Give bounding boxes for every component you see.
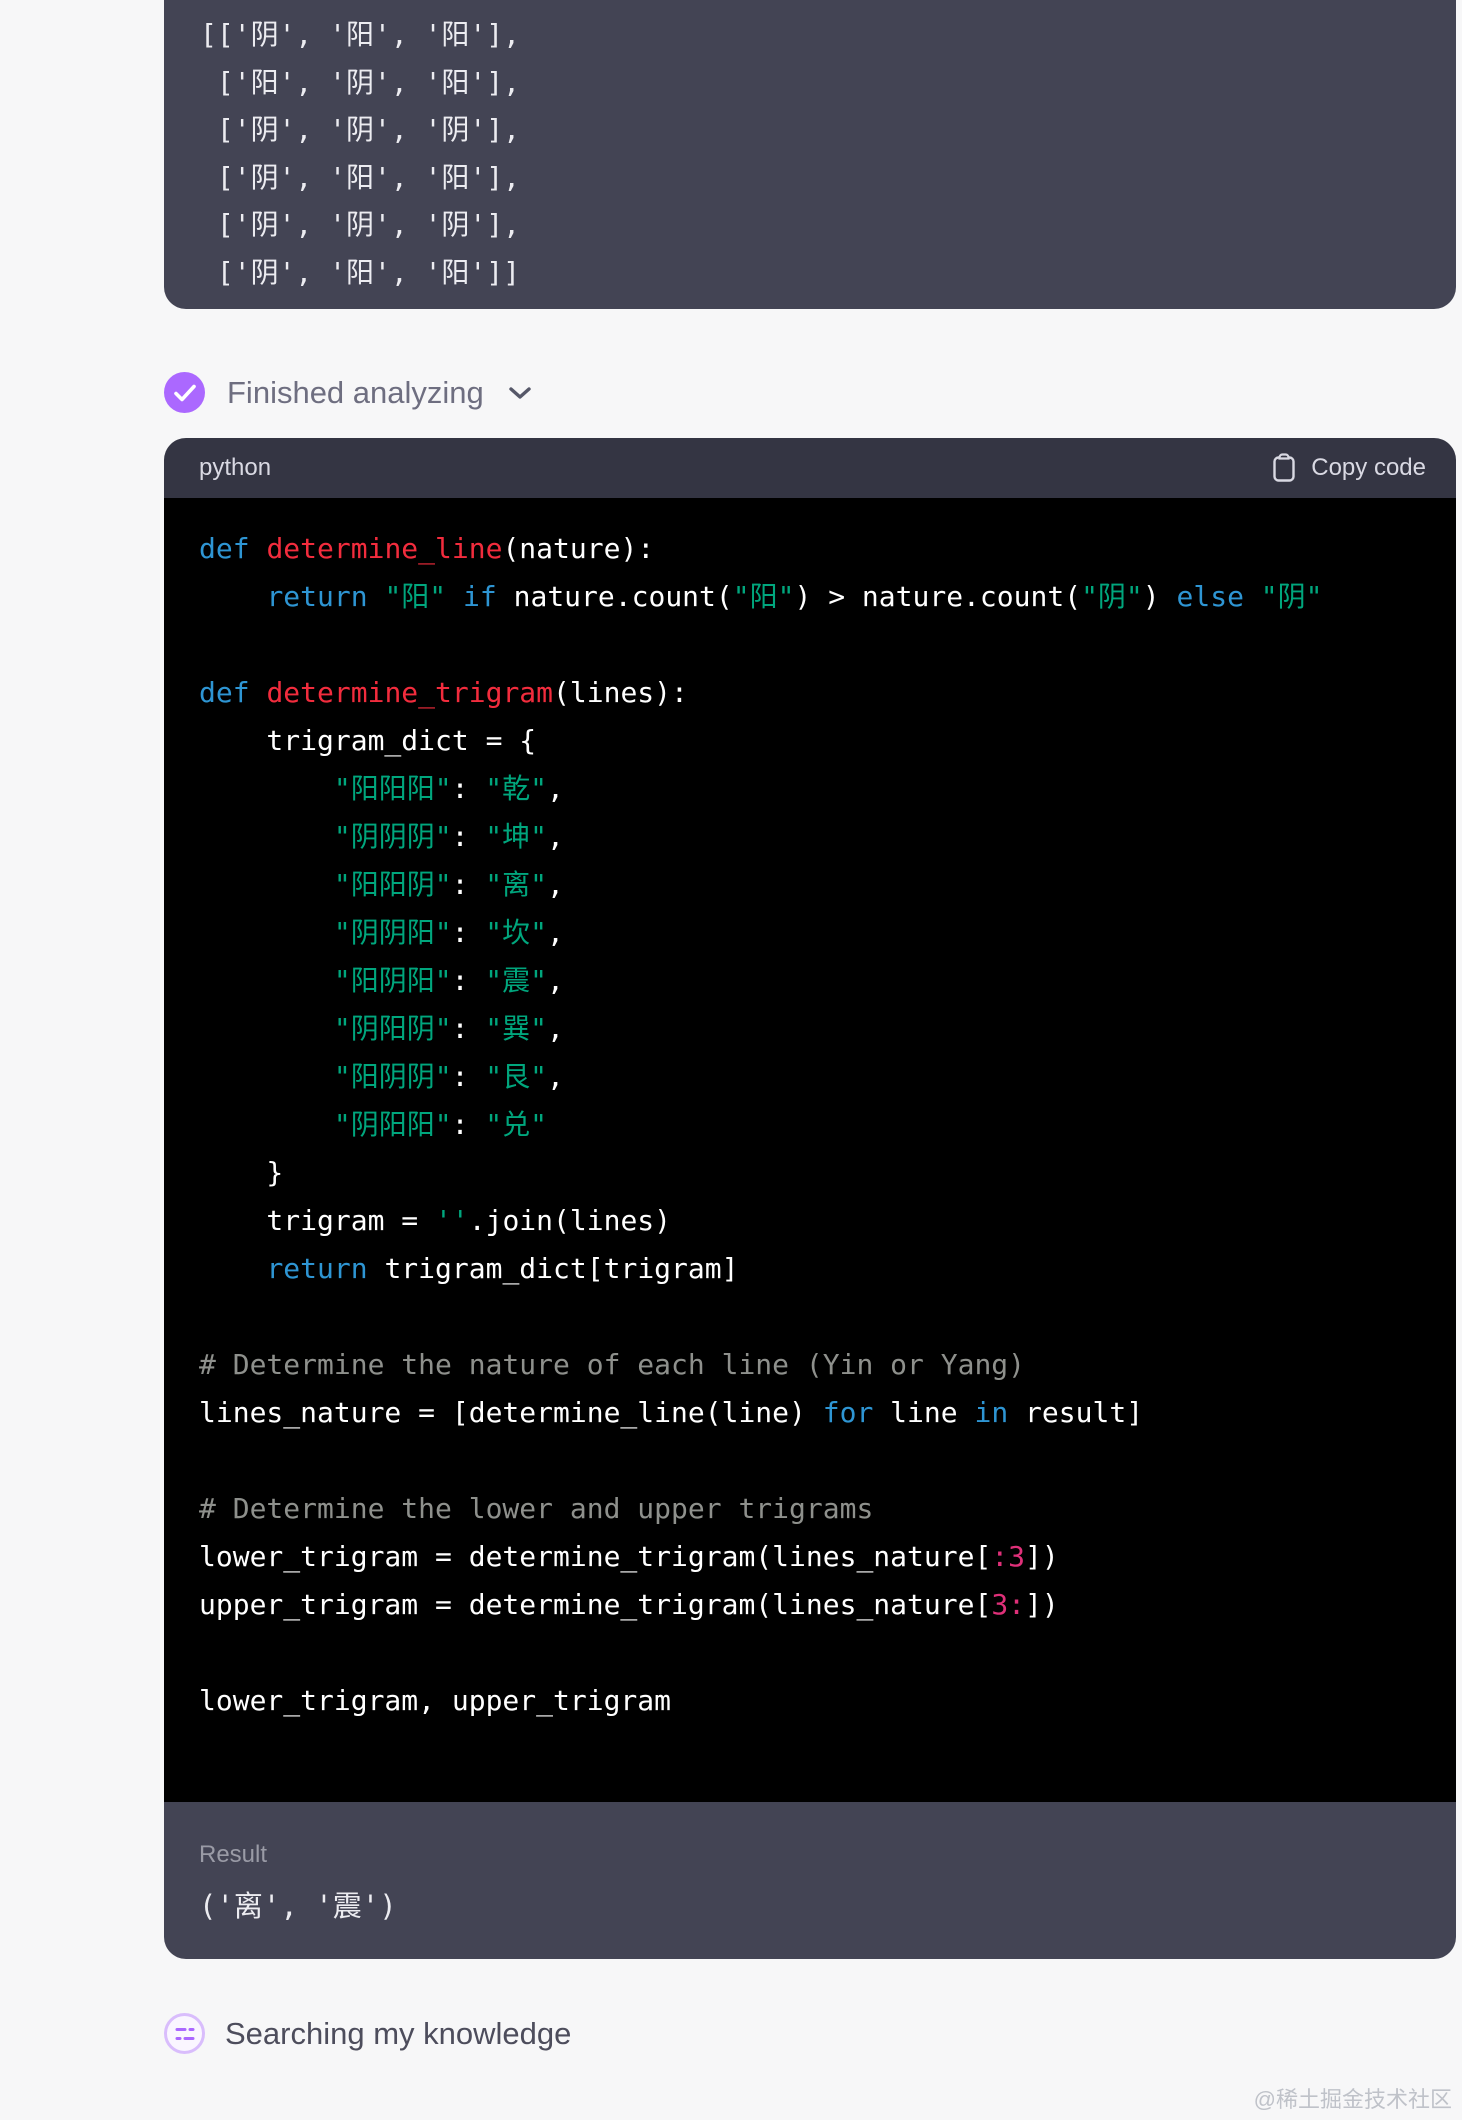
code-line: lower_trigram, upper_trigram bbox=[199, 1684, 672, 1717]
searching-knowledge-status[interactable]: Searching my knowledge bbox=[164, 2013, 571, 2054]
output-line: ['阴', '阴', '阴'], bbox=[200, 113, 521, 146]
code-area: def determine_line(nature): return "阳" i… bbox=[164, 498, 1456, 1802]
code-line: "阳阳阴": "离", bbox=[333, 868, 564, 901]
code-line: "阴阳阴": "巽", bbox=[333, 1012, 564, 1045]
code-line: } bbox=[199, 1156, 284, 1189]
code-line: "阳阳阳": "乾", bbox=[333, 772, 564, 805]
output-lines: [['阴', '阳', '阳'], ['阳', '阴', '阳'], ['阴',… bbox=[200, 11, 1420, 296]
result-bar: Result ('离', '震') bbox=[164, 1802, 1456, 1959]
code-line: upper_trigram = determine_trigram(lines_… bbox=[199, 1588, 1059, 1621]
clipboard-icon bbox=[1271, 453, 1297, 483]
language-label: python bbox=[199, 454, 272, 481]
finished-analyzing-toggle[interactable]: Finished analyzing bbox=[164, 372, 532, 413]
code-line: # Determine the lower and upper trigrams bbox=[199, 1492, 874, 1525]
result-label: Result bbox=[199, 1841, 268, 1868]
searching-knowledge-label: Searching my knowledge bbox=[225, 2015, 572, 2051]
copy-code-label: Copy code bbox=[1311, 454, 1426, 481]
chat-message-column: [['阴', '阳', '阳'], ['阳', '阴', '阳'], ['阴',… bbox=[164, 0, 1456, 2054]
code-line: "阴阴阳": "坎", bbox=[333, 916, 564, 949]
code-block-header: python Copy code bbox=[164, 438, 1456, 498]
check-circle-icon bbox=[164, 372, 205, 413]
code-output-block: [['阴', '阳', '阳'], ['阳', '阴', '阳'], ['阴',… bbox=[164, 0, 1456, 309]
code-line: return "阳" if nature.count("阳") > nature… bbox=[266, 580, 1323, 613]
code-line: "阳阴阳": "震", bbox=[333, 964, 564, 997]
output-line: ['阴', '阴', '阴'], bbox=[200, 208, 521, 241]
code-line: def determine_line(nature): bbox=[199, 532, 655, 565]
code-line: # Determine the nature of each line (Yin… bbox=[199, 1348, 1026, 1381]
code-line: "阴阴阴": "坤", bbox=[333, 820, 564, 853]
code-line: lower_trigram = determine_trigram(lines_… bbox=[199, 1540, 1059, 1573]
knowledge-icon bbox=[164, 2013, 205, 2054]
copy-code-button[interactable]: Copy code bbox=[1265, 452, 1432, 484]
code-line: lines_nature = [determine_line(line) for… bbox=[199, 1396, 1144, 1429]
code-line: trigram = ''.join(lines) bbox=[199, 1204, 672, 1237]
code-line: "阴阳阳": "兑" bbox=[333, 1108, 548, 1141]
code-line: return trigram_dict[trigram] bbox=[266, 1252, 739, 1285]
output-line: ['阴', '阳', '阳'], bbox=[200, 160, 521, 194]
code-lines: def determine_line(nature): return "阳" i… bbox=[199, 525, 1421, 1725]
chevron-down-icon bbox=[508, 386, 532, 400]
code-block: python Copy code def determine_line(natu… bbox=[164, 438, 1456, 1959]
finished-analyzing-label: Finished analyzing bbox=[227, 374, 484, 410]
code-line: trigram_dict = { bbox=[199, 724, 537, 757]
output-line: [['阴', '阳', '阳'], bbox=[200, 18, 521, 51]
result-value: ('离', '震') bbox=[199, 1889, 397, 1923]
output-line: ['阴', '阳', '阳']] bbox=[200, 255, 521, 289]
code-line: def determine_trigram(lines): bbox=[199, 676, 688, 709]
output-line: ['阳', '阴', '阳'], bbox=[200, 65, 521, 99]
code-line: "阳阴阴": "艮", bbox=[333, 1060, 564, 1093]
watermark: @稀土掘金技术社区 bbox=[1253, 2087, 1452, 2112]
